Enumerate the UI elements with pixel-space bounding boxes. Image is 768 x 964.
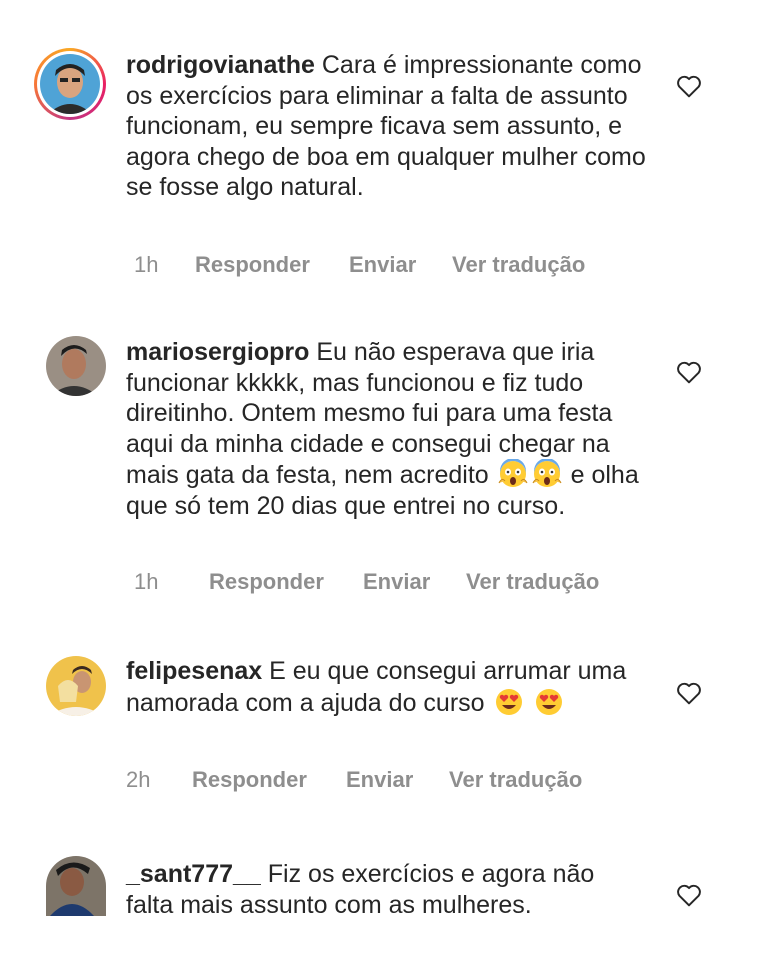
see-translation-button[interactable]: Ver tradução [452, 252, 585, 278]
comment-username[interactable]: felipesenax [126, 657, 262, 685]
avatar[interactable] [46, 336, 106, 396]
see-translation-button[interactable]: Ver tradução [449, 767, 582, 793]
heart-outline-icon[interactable] [676, 681, 702, 705]
reply-button[interactable]: Responder [209, 569, 324, 595]
face-screaming-in-fear-emoji [532, 459, 562, 487]
heart-outline-icon[interactable] [676, 360, 702, 384]
avatar[interactable] [46, 856, 106, 916]
comment-time: 1h [134, 569, 159, 594]
send-button[interactable]: Enviar [349, 252, 416, 278]
reply-button[interactable]: Responder [195, 252, 310, 278]
send-button[interactable]: Enviar [363, 569, 430, 595]
comment-text: rodrigovianathe Cara é impressionante co… [126, 50, 646, 203]
heart-outline-icon[interactable] [676, 74, 702, 98]
face-screaming-in-fear-emoji [498, 459, 528, 487]
smiling-face-with-heart-eyes-emoji [495, 688, 522, 715]
comment-time: 1h [134, 252, 159, 277]
comment-text: mariosergiopro Eu não esperava que iria … [126, 337, 646, 521]
avatar[interactable] [40, 54, 100, 114]
smiling-face-with-heart-eyes-emoji [536, 688, 563, 715]
see-translation-button[interactable]: Ver tradução [466, 569, 599, 595]
comment-username[interactable]: rodrigovianathe [126, 51, 315, 79]
avatar[interactable] [46, 656, 106, 716]
comment-time: 2h [126, 767, 151, 792]
comment-text: felipesenax E eu que consegui arrumar um… [126, 656, 646, 718]
story-ring[interactable] [34, 48, 106, 120]
comment-username[interactable]: _sant777__ [126, 860, 261, 888]
comment-username[interactable]: mariosergiopro [126, 338, 309, 366]
heart-outline-icon[interactable] [676, 883, 702, 907]
send-button[interactable]: Enviar [346, 767, 413, 793]
reply-button[interactable]: Responder [192, 767, 307, 793]
comment-text: _sant777__ Fiz os exercícios e agora não… [126, 859, 646, 920]
